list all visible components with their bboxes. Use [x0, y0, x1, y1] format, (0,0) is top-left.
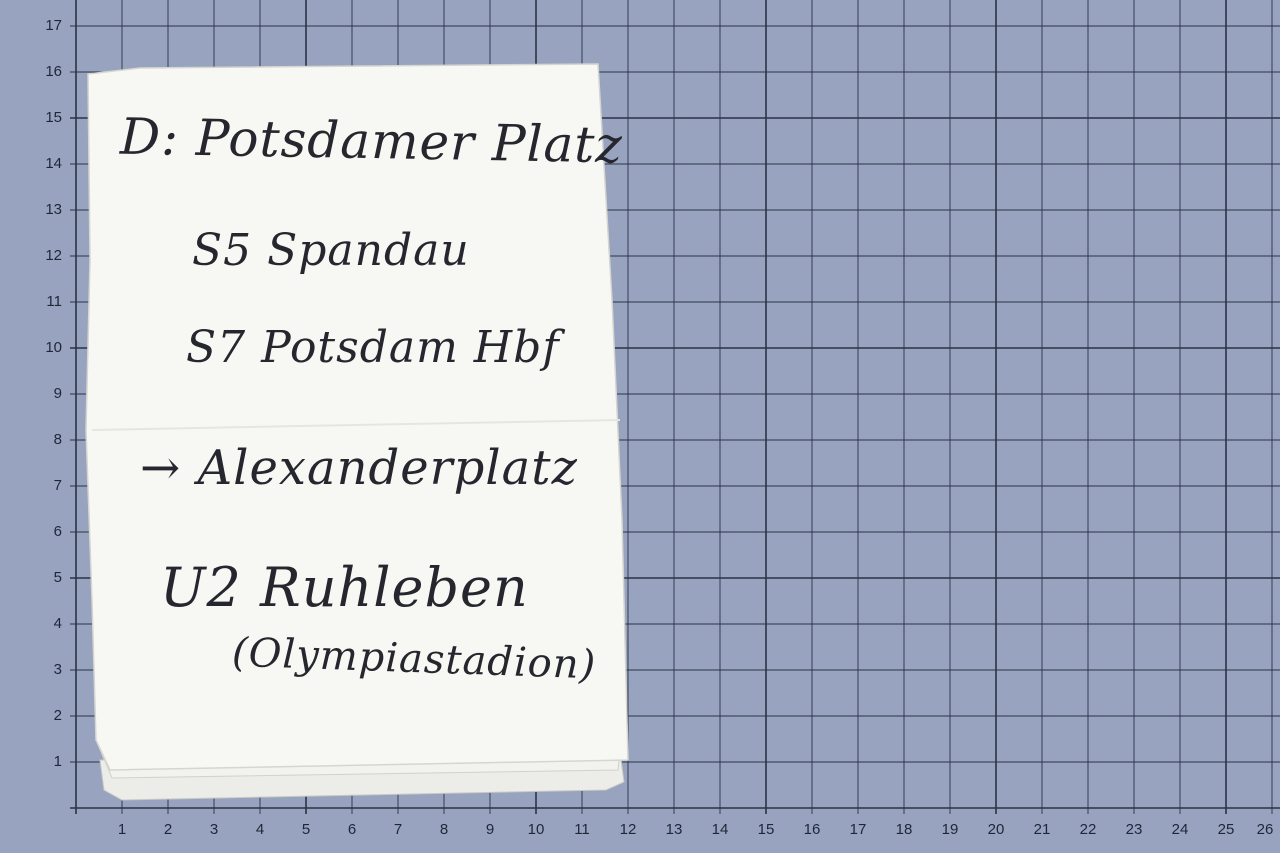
y-axis-label: 5 — [53, 569, 62, 586]
y-axis-label: 7 — [53, 477, 62, 494]
y-axis-label: 14 — [45, 155, 62, 172]
x-axis-label: 6 — [347, 821, 357, 838]
x-axis-label: 11 — [574, 821, 590, 838]
x-axis-label: 12 — [619, 821, 637, 838]
x-axis-label: 5 — [301, 821, 311, 838]
x-axis-label: 19 — [941, 821, 959, 838]
y-axis-label: 1 — [53, 753, 62, 770]
note-line-transfer: → Alexanderplatz — [140, 440, 578, 496]
note-line-destination: D: Potsdamer Platz — [119, 107, 624, 175]
x-axis-label: 26 — [1256, 821, 1274, 838]
x-axis-label: 22 — [1079, 821, 1097, 838]
x-axis-label: 25 — [1217, 821, 1235, 838]
x-axis-label: 18 — [895, 821, 913, 838]
y-axis-label: 9 — [53, 385, 62, 402]
note-line-s7: S7 Potsdam Hbf — [186, 322, 560, 373]
y-axis-label: 6 — [53, 523, 62, 540]
note-line-u2: U2 Ruhleben — [160, 556, 529, 619]
y-axis-label: 13 — [45, 201, 62, 218]
y-axis-label: 12 — [45, 247, 62, 264]
x-axis-label: 9 — [485, 821, 495, 838]
x-axis-label: 3 — [209, 821, 219, 838]
x-axis-label: 24 — [1171, 821, 1189, 838]
x-axis-label: 7 — [393, 821, 403, 838]
y-axis-label: 8 — [53, 431, 62, 448]
x-axis-label: 14 — [711, 821, 729, 838]
x-axis-label: 1 — [117, 821, 127, 838]
y-axis-label: 4 — [53, 615, 62, 632]
x-axis-label: 20 — [987, 821, 1005, 838]
x-axis-label: 4 — [255, 821, 265, 838]
x-axis-label: 17 — [849, 821, 867, 838]
y-axis-label: 15 — [45, 109, 62, 126]
y-axis-label: 10 — [45, 339, 62, 356]
x-axis-label: 21 — [1033, 821, 1051, 838]
x-axis-label: 2 — [163, 821, 173, 838]
x-axis-label: 16 — [803, 821, 821, 838]
x-axis-label: 13 — [665, 821, 683, 838]
x-axis-label: 10 — [527, 821, 545, 838]
x-axis-label: 23 — [1125, 821, 1143, 838]
y-axis-label: 16 — [45, 63, 62, 80]
y-axis-label: 11 — [46, 293, 62, 310]
note-line-s5: S5 Spandau — [192, 225, 470, 276]
x-axis-label: 8 — [439, 821, 449, 838]
y-axis-label: 17 — [45, 17, 62, 34]
y-axis-label: 2 — [53, 707, 62, 724]
x-axis-label: 15 — [757, 821, 775, 838]
y-axis-label: 3 — [53, 661, 62, 678]
